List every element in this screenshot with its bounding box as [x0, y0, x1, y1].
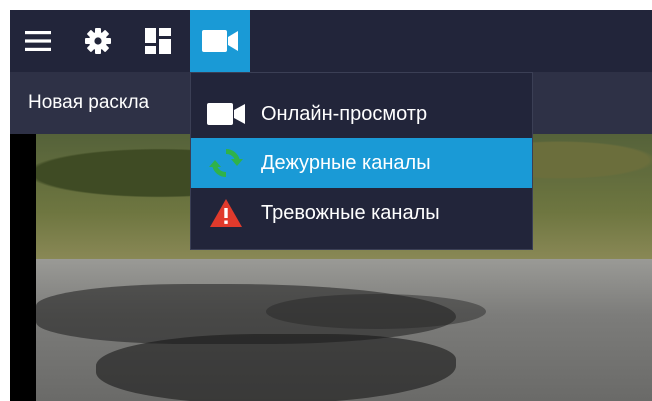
- menu-icon: [25, 31, 51, 51]
- menu-item-duty-channels[interactable]: Дежурные каналы: [191, 138, 532, 188]
- menu-item-label: Дежурные каналы: [261, 151, 431, 174]
- layout-icon: [145, 28, 171, 54]
- menu-item-alarm-channels[interactable]: Тревожные каналы: [191, 188, 532, 238]
- menu-item-label: Онлайн-просмотр: [261, 102, 428, 125]
- menu-button[interactable]: [10, 10, 66, 72]
- video-button[interactable]: [190, 10, 250, 72]
- warning-icon: [210, 199, 242, 227]
- gear-icon: [85, 28, 111, 54]
- feed-shadow: [266, 294, 486, 329]
- menu-item-icon-wrap: [191, 89, 261, 139]
- feed-shadow: [96, 334, 456, 401]
- top-toolbar: [10, 10, 652, 72]
- layout-tab-label[interactable]: Новая раскла: [28, 92, 149, 114]
- menu-item-icon-wrap: [191, 138, 261, 188]
- layout-button[interactable]: [130, 10, 186, 72]
- video-camera-icon: [202, 30, 238, 52]
- menu-item-label: Тревожные каналы: [261, 201, 440, 224]
- video-camera-icon: [207, 103, 245, 125]
- menu-item-icon-wrap: [191, 188, 261, 238]
- settings-button[interactable]: [70, 10, 126, 72]
- refresh-icon: [209, 148, 243, 178]
- menu-item-online-view[interactable]: Онлайн-просмотр: [191, 89, 532, 139]
- video-dropdown-menu: Онлайн-просмотр Дежурные каналы Тревожны…: [190, 72, 533, 250]
